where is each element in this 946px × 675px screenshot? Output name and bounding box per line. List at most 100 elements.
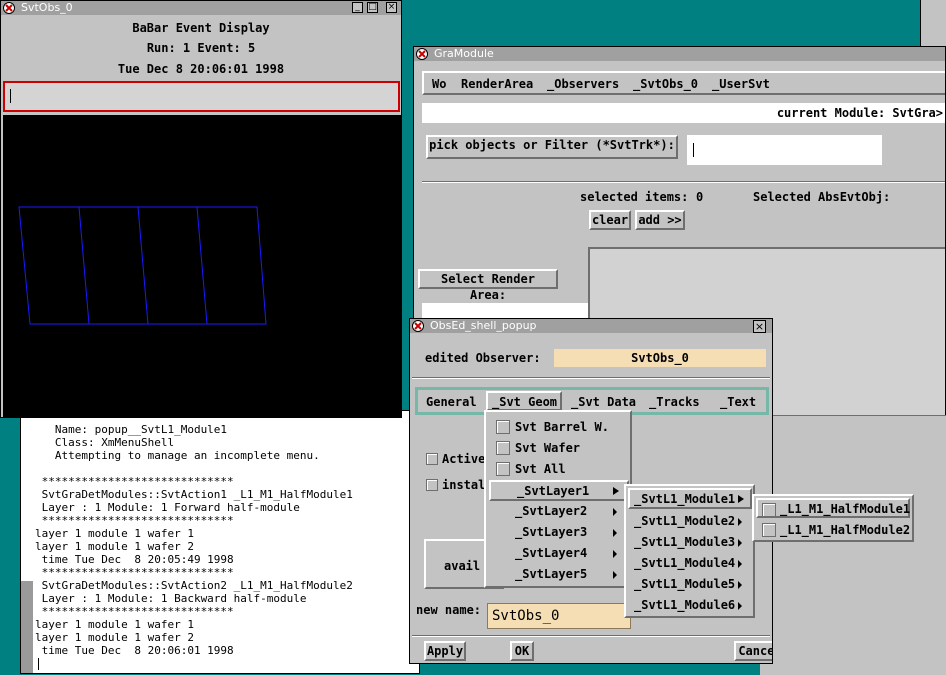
- svtobs-titlebar[interactable]: SvtObs_0 _ □ ×: [1, 1, 401, 15]
- active-label: Active: [442, 452, 486, 466]
- console-line: Name: popup__SvtL1_Module1: [35, 423, 228, 436]
- console-window: Name: popup__SvtL1_Module1 Class: XmMenu…: [20, 410, 420, 674]
- console-line: Layer : 1 Module: 1 Backward half-module: [35, 592, 307, 605]
- svt-layer1-item[interactable]: _SvtLayer1: [489, 480, 629, 501]
- console-line: *****************************: [35, 475, 234, 488]
- svt-wafer-item[interactable]: Svt Wafer: [515, 441, 580, 455]
- maximize-button[interactable]: □: [367, 2, 378, 13]
- tab-svt-data[interactable]: _Svt Data: [571, 395, 636, 409]
- module-submenu: _SvtL1_Module1 _SvtL1_Module2 _SvtL1_Mod…: [624, 484, 755, 618]
- pick-objects-button[interactable]: pick objects or Filter (*SvtTrk*):: [426, 135, 678, 159]
- ok-button[interactable]: OK: [510, 641, 534, 661]
- submenu-arrow-icon: [738, 581, 742, 589]
- halfmodule2-item[interactable]: _L1_M1_HalfModule2: [780, 523, 910, 537]
- submenu-arrow-icon: [613, 571, 617, 579]
- svt-wireframe: [18, 206, 267, 325]
- svtobs-window: SvtObs_0 _ □ × BaBar Event Display Run: …: [0, 0, 402, 418]
- svt-barrel-item[interactable]: Svt Barrel W.: [515, 420, 609, 434]
- svt-all-checkbox[interactable]: [496, 462, 510, 476]
- svt-layer1-label: _SvtLayer1: [517, 484, 590, 498]
- close-button[interactable]: ×: [753, 320, 766, 333]
- menu-usersvt[interactable]: _UserSvt: [712, 77, 770, 91]
- gramodule-menubar: Wo RenderArea _Observers _SvtObs_0 _User…: [422, 71, 945, 95]
- svt-layer3-item[interactable]: _SvtLayer3: [515, 525, 587, 539]
- console-line: time Tue Dec 8 20:05:49 1998: [35, 553, 234, 566]
- svt-all-item[interactable]: Svt All: [515, 462, 566, 476]
- display-title: BaBar Event Display: [132, 21, 270, 35]
- edited-observer-field[interactable]: SvtObs_0: [554, 349, 766, 367]
- console-line: *****************************: [35, 605, 234, 618]
- filter-input[interactable]: [687, 135, 882, 165]
- module2-item[interactable]: _SvtL1_Module2: [634, 514, 735, 528]
- svt-wafer-checkbox[interactable]: [496, 441, 510, 455]
- x-logo-icon[interactable]: [412, 320, 424, 332]
- separator: [412, 635, 770, 637]
- svt-layer2-item[interactable]: _SvtLayer2: [515, 504, 587, 518]
- console-line: *****************************: [35, 514, 234, 527]
- menu-wo[interactable]: Wo: [432, 77, 446, 91]
- minimize-button[interactable]: _: [352, 2, 363, 13]
- halfmodule1-item[interactable]: _L1_M1_HalfModule1: [756, 498, 910, 518]
- svt-geom-menu: Svt Barrel W. Svt Wafer Svt All _SvtLaye…: [484, 410, 632, 588]
- x-logo-icon[interactable]: [416, 48, 428, 60]
- halfmodule2-checkbox[interactable]: [762, 523, 776, 537]
- selected-items-label: selected items:: [580, 190, 689, 204]
- obsed-title: ObsEd_shell_popup: [430, 319, 537, 332]
- install-label: instal: [442, 478, 486, 492]
- select-render-area-button[interactable]: Select Render Area:: [418, 269, 558, 302]
- event-timestamp: Tue Dec 8 20:06:01 1998: [117, 62, 285, 76]
- tab-svt-geom[interactable]: _Svt Geom: [486, 391, 562, 411]
- text-cursor: [38, 658, 39, 670]
- wafer-divider: [137, 206, 149, 325]
- separator: [412, 377, 770, 379]
- halfmodule-submenu: _L1_M1_HalfModule1 _L1_M1_HalfModule2: [752, 494, 914, 542]
- background-panel: [760, 415, 946, 675]
- submenu-arrow-icon: [738, 602, 742, 610]
- menu-renderarea[interactable]: RenderArea: [461, 77, 533, 91]
- submenu-arrow-icon: [613, 487, 619, 495]
- module5-item[interactable]: _SvtL1_Module5: [634, 577, 735, 591]
- tab-general[interactable]: General: [426, 395, 477, 409]
- command-input[interactable]: [3, 81, 400, 112]
- close-button[interactable]: ×: [386, 2, 397, 13]
- submenu-arrow-icon: [738, 560, 742, 568]
- x-logo-icon[interactable]: [3, 2, 15, 14]
- tab-tracks[interactable]: _Tracks: [649, 395, 700, 409]
- apply-button[interactable]: Apply: [424, 641, 466, 661]
- svt-layer5-item[interactable]: _SvtLayer5: [515, 567, 587, 581]
- cancel-button[interactable]: Cancel: [734, 641, 772, 661]
- menu-svtobs0[interactable]: _SvtObs_0: [633, 77, 698, 91]
- add-button[interactable]: add >>: [635, 210, 685, 230]
- console-text: Name: popup__SvtL1_Module1 Class: XmMenu…: [21, 411, 419, 673]
- submenu-arrow-icon: [738, 495, 744, 503]
- install-checkbox[interactable]: [426, 479, 438, 491]
- filter-cursor: [693, 143, 694, 157]
- module1-item[interactable]: _SvtL1_Module1: [628, 488, 752, 509]
- current-module-label: current Module: SvtGra>: [776, 106, 943, 120]
- separator: [422, 181, 945, 183]
- observer-row: edited Observer: SvtObs_0: [412, 339, 770, 375]
- tab-text[interactable]: _Text: [720, 395, 756, 409]
- clear-button[interactable]: clear: [589, 210, 631, 230]
- gramodule-title: GraModule: [434, 47, 494, 60]
- svt-layer4-item[interactable]: _SvtLayer4: [515, 546, 587, 560]
- svt-barrel-checkbox[interactable]: [496, 420, 510, 434]
- run-event: Run: 1 Event: 5: [146, 41, 256, 55]
- module3-item[interactable]: _SvtL1_Module3: [634, 535, 735, 549]
- selected-items-value: 0: [696, 190, 704, 204]
- console-line: layer 1 module 1 wafer 2: [35, 631, 194, 644]
- active-checkbox[interactable]: [426, 453, 438, 465]
- module6-item[interactable]: _SvtL1_Module6: [634, 598, 735, 612]
- submenu-arrow-icon: [613, 508, 617, 516]
- render-area[interactable]: [3, 115, 401, 417]
- menu-observers[interactable]: _Observers: [547, 77, 619, 91]
- console-line: SvtGraDetModules::SvtAction2 _L1_M1_Half…: [35, 579, 353, 592]
- module4-item[interactable]: _SvtL1_Module4: [634, 556, 735, 570]
- halfmodule1-checkbox[interactable]: [762, 503, 776, 517]
- gramodule-titlebar[interactable]: GraModule: [414, 47, 945, 61]
- new-name-label: new name:: [416, 603, 482, 617]
- new-name-input[interactable]: SvtObs_0: [487, 603, 631, 629]
- submenu-arrow-icon: [613, 550, 617, 558]
- console-line: time Tue Dec 8 20:06:01 1998: [35, 644, 234, 657]
- obsed-titlebar[interactable]: ObsEd_shell_popup ×: [410, 319, 772, 333]
